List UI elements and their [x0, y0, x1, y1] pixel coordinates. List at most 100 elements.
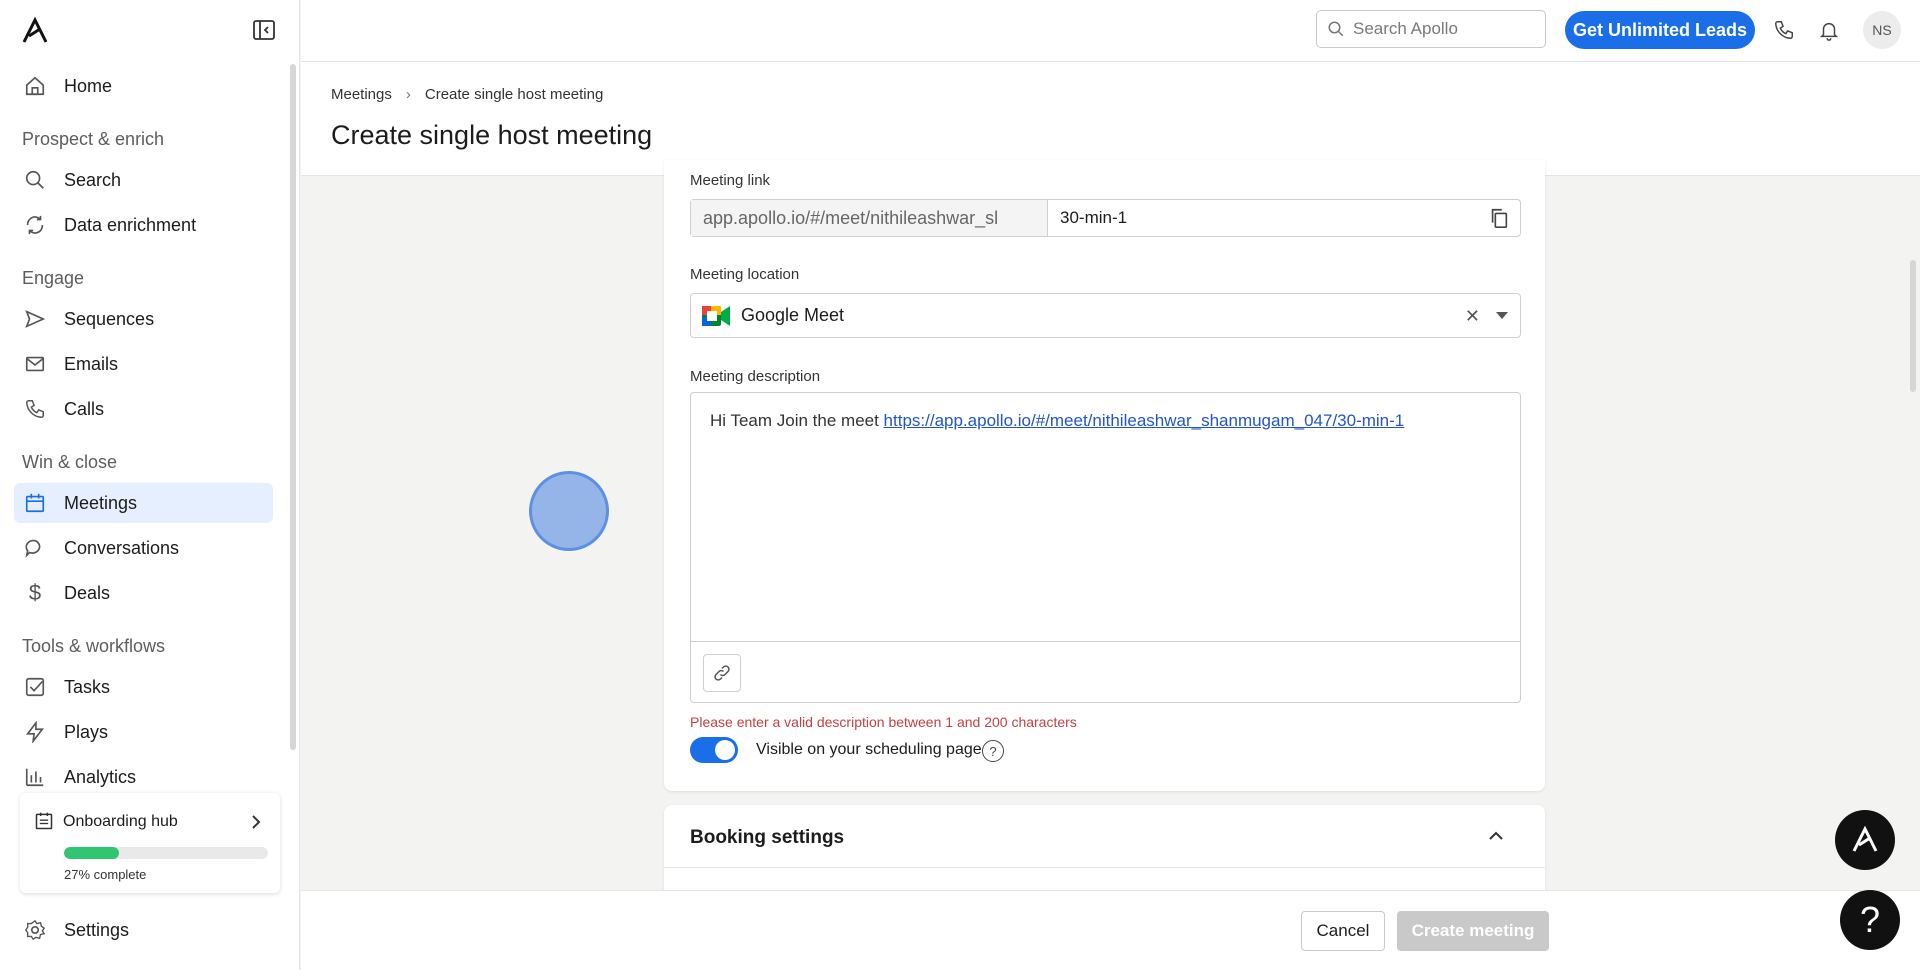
description-link[interactable]: https://app.apollo.io/#/meet/nithileashw… — [884, 411, 1405, 430]
create-meeting-button[interactable]: Create meeting — [1397, 911, 1549, 951]
sidebar-item-tasks[interactable]: Tasks — [14, 667, 273, 707]
toggle-knob — [715, 740, 735, 760]
booking-settings-title[interactable]: Booking settings — [690, 827, 844, 849]
dollar-icon: $ — [28, 580, 42, 605]
global-search-input[interactable]: Search Apollo — [1316, 10, 1546, 48]
chevron-up-icon[interactable] — [1487, 827, 1505, 845]
sidebar-item-label: Plays — [64, 721, 109, 742]
sidebar-item-meetings[interactable]: Meetings — [14, 483, 273, 523]
divider — [664, 867, 1545, 868]
enrichment-icon — [22, 212, 48, 238]
cancel-button[interactable]: Cancel — [1301, 911, 1385, 951]
sidebar-item-label: Search — [64, 169, 122, 190]
sidebar-item-label: Home — [64, 75, 113, 96]
get-unlimited-leads-button[interactable]: Get Unlimited Leads — [1565, 11, 1755, 49]
chat-bubble-icon — [22, 535, 48, 561]
question-icon: ? — [1859, 899, 1881, 940]
help-button[interactable]: ? — [1840, 890, 1900, 950]
sidebar-item-label: Emails — [64, 353, 119, 374]
page-header: Meetings › Create single host meeting Cr… — [301, 62, 1920, 176]
help-icon[interactable]: ? — [982, 740, 1004, 762]
calendar-icon — [22, 490, 48, 516]
search-placeholder: Search Apollo — [1353, 19, 1458, 38]
sidebar-item-settings[interactable]: Settings — [14, 910, 273, 950]
page-title: Create single host meeting — [331, 120, 653, 150]
breadcrumb-meetings[interactable]: Meetings — [331, 86, 392, 103]
sidebar-item-analytics[interactable]: Analytics — [14, 757, 273, 797]
sidebar-item-label: Deals — [64, 582, 111, 603]
sidebar-item-conversations[interactable]: Conversations — [14, 528, 273, 568]
phone-icon[interactable] — [1771, 17, 1797, 43]
sidebar-item-label: Data enrichment — [64, 214, 197, 235]
visible-toggle[interactable] — [690, 737, 738, 763]
gear-icon — [22, 917, 48, 943]
meeting-description-editor[interactable]: Hi Team Join the meet https://app.apollo… — [690, 392, 1521, 703]
meeting-link-label: Meeting link — [690, 172, 771, 189]
meeting-description-text[interactable]: Hi Team Join the meet https://app.apollo… — [710, 411, 1404, 431]
sidebar-item-home[interactable]: Home — [14, 66, 273, 106]
section-win-close: Win & close — [22, 452, 118, 472]
meeting-details-card: Meeting link app.apollo.io/#/meet/nithil… — [664, 160, 1545, 791]
sidebar-item-label: Tasks — [64, 676, 111, 697]
sidebar-item-label: Calls — [64, 398, 105, 419]
breadcrumb: Meetings › Create single host meeting — [331, 86, 603, 103]
onboarding-progress-bar — [64, 847, 268, 859]
search-icon — [1327, 20, 1345, 38]
checklist-icon — [35, 812, 53, 830]
sidebar-item-calls[interactable]: Calls — [14, 389, 273, 429]
meeting-link-slug-input[interactable]: 30-min-1 — [1048, 200, 1520, 236]
meeting-location-label: Meeting location — [690, 266, 800, 283]
google-meet-icon — [702, 305, 730, 326]
sidebar-scrollbar[interactable] — [290, 64, 296, 750]
sidebar-item-emails[interactable]: Emails — [14, 344, 273, 384]
section-tools: Tools & workflows — [22, 636, 166, 656]
meeting-link-prefix: app.apollo.io/#/meet/nithileashwar_sl — [691, 200, 1048, 236]
sidebar-item-sequences[interactable]: Sequences — [14, 299, 273, 339]
chevron-down-icon[interactable] — [1496, 312, 1508, 319]
sidebar-item-label: Meetings — [64, 492, 138, 513]
visible-toggle-label: Visible on your scheduling page — [756, 741, 982, 758]
top-bar: Search Apollo Get Unlimited Leads NS — [301, 0, 1920, 62]
checkbox-icon — [22, 674, 48, 700]
onboarding-hub-card[interactable]: Onboarding hub 27% complete — [20, 793, 280, 893]
phone-icon — [22, 396, 48, 422]
onboarding-title: Onboarding hub — [63, 813, 178, 830]
avatar[interactable]: NS — [1863, 11, 1901, 49]
copy-icon[interactable] — [1488, 207, 1510, 229]
editor-toolbar — [691, 641, 1520, 703]
collapse-sidebar-icon[interactable] — [252, 18, 276, 42]
form-footer: Cancel Create meeting — [301, 890, 1920, 970]
meeting-description-label: Meeting description — [690, 368, 821, 385]
mail-icon — [22, 351, 48, 377]
sidebar-item-label: Sequences — [64, 308, 155, 329]
meeting-link-field: app.apollo.io/#/meet/nithileashwar_sl 30… — [690, 199, 1521, 237]
description-error-message: Please enter a valid description between… — [690, 714, 1077, 730]
meeting-location-select[interactable]: Google Meet ✕ — [690, 293, 1521, 338]
home-icon — [22, 73, 48, 99]
sidebar-item-search[interactable]: Search — [14, 160, 273, 200]
apollo-logo-icon — [1852, 825, 1878, 852]
chevron-right-icon: › — [405, 86, 411, 103]
bar-chart-icon — [22, 764, 48, 790]
onboarding-progress-fill — [64, 847, 120, 859]
search-icon — [22, 167, 48, 193]
section-prospect: Prospect & enrich — [22, 129, 165, 149]
sidebar-item-label: Settings — [64, 919, 130, 940]
chevron-right-icon — [252, 815, 261, 829]
main-scrollbar[interactable] — [1910, 260, 1916, 392]
sidebar-item-deals[interactable]: $ Deals — [14, 573, 273, 613]
clear-icon[interactable]: ✕ — [1465, 306, 1480, 327]
sidebar-item-label: Conversations — [64, 537, 180, 558]
apollo-assistant-button[interactable] — [1835, 810, 1895, 870]
insert-link-button[interactable] — [703, 654, 741, 692]
sidebar-item-plays[interactable]: Plays — [14, 712, 273, 752]
lightning-icon — [22, 719, 48, 745]
onboarding-progress-label: 27% complete — [64, 867, 147, 882]
link-icon — [714, 665, 730, 681]
section-engage: Engage — [22, 268, 85, 288]
apollo-logo[interactable] — [20, 16, 50, 46]
sidebar-item-data-enrichment[interactable]: Data enrichment — [14, 205, 273, 245]
breadcrumb-current: Create single host meeting — [424, 86, 604, 103]
bell-icon[interactable] — [1816, 17, 1842, 43]
sidebar: Home Prospect & enrich Search Data enric… — [0, 0, 300, 970]
